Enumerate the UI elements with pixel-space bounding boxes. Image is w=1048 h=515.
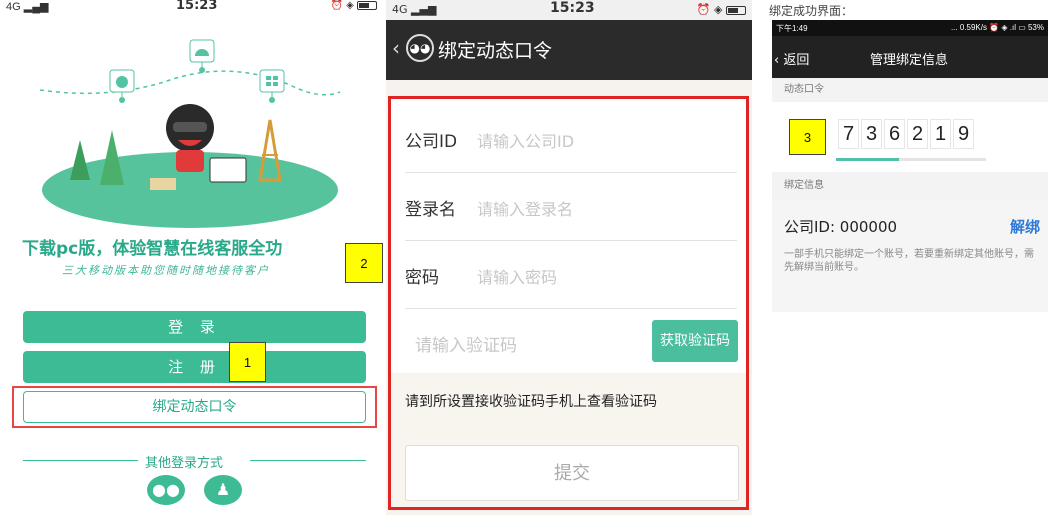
- token-timer-track: [836, 158, 986, 161]
- signal-indicator: 4G ▂▄▆: [392, 3, 437, 16]
- password-row: 密码 请输入密码: [405, 241, 737, 309]
- company-id-input[interactable]: 请输入公司ID: [477, 128, 574, 152]
- token-timer-fill: [836, 158, 899, 161]
- bind-token-button[interactable]: 绑定动态口令: [23, 391, 366, 423]
- battery-icon: [726, 5, 746, 15]
- divider-right: [250, 460, 366, 461]
- back-chevron-icon[interactable]: ‹: [392, 36, 400, 60]
- callout-2: 2: [345, 243, 383, 283]
- manage-binding-screen: 下午1:49 ... 0.59K/s ⏰ ◈ .ıl ▭ 53% ‹ 返回 管理…: [772, 20, 1048, 515]
- clock: 15:23: [550, 0, 595, 16]
- network-type: 4G: [6, 1, 21, 13]
- back-label: 返回: [783, 53, 810, 68]
- username-row: 登录名 请输入登录名: [405, 173, 737, 241]
- company-id-label: 公司ID: [405, 132, 458, 152]
- token-panel: 3 7 3 6 2 1 9: [772, 102, 1048, 172]
- divider-left: [23, 460, 138, 461]
- signal-indicator: 4G ▂▄▆: [6, 1, 49, 13]
- back-button[interactable]: ‹ 返回: [774, 49, 809, 68]
- company-id-value: 公司ID: 000000: [784, 218, 898, 236]
- token-digit: 9: [953, 119, 974, 149]
- mascot-icon: ◕◕: [406, 34, 434, 62]
- username-label: 登录名: [405, 200, 456, 220]
- binding-note: 一部手机只能绑定一个账号，若要重新绑定其他账号，需先解绑当前账号。: [784, 249, 1034, 273]
- apple-icon: [109, 69, 135, 103]
- android-icon: [189, 39, 215, 73]
- promo-subline: 三大移动版本助您随时随地接待客户: [62, 264, 270, 277]
- status-bar: 4G ▂▄▆ 15:23 ⏰ ◈: [386, 0, 752, 20]
- password-input[interactable]: 请输入密码: [477, 264, 557, 288]
- callout-1: 1: [229, 342, 266, 382]
- status-icons: ⏰ ◈: [697, 3, 746, 16]
- code-hint: 请到所设置接收验证码手机上查看验证码: [405, 394, 657, 410]
- wechat-login-button[interactable]: ●●: [147, 475, 185, 505]
- qq-login-button[interactable]: ♟: [204, 475, 242, 505]
- login-button[interactable]: 登 录: [23, 311, 366, 343]
- token-section-label: 动态口令: [772, 78, 1048, 102]
- windows-icon: [259, 69, 285, 103]
- username-input[interactable]: 请输入登录名: [477, 196, 573, 220]
- token-digit: 3: [861, 119, 882, 149]
- token-digit: 6: [884, 119, 905, 149]
- network-type: 4G: [392, 3, 408, 16]
- other-login-label: 其他登录方式: [145, 456, 224, 471]
- status-bar: 4G ▂▄▆ 15:23 ⏰ ◈: [0, 0, 383, 14]
- token-digit: 7: [838, 119, 859, 149]
- callout-3: 3: [789, 119, 826, 155]
- qq-icon: ♟: [215, 480, 231, 499]
- battery-icon: [357, 0, 377, 10]
- success-caption: 绑定成功界面：: [769, 4, 854, 18]
- get-code-button[interactable]: 获取验证码: [652, 320, 738, 362]
- unbind-button[interactable]: 解绑: [1010, 216, 1040, 237]
- register-button[interactable]: 注 册: [23, 351, 366, 383]
- wechat-icon: ●●: [152, 480, 180, 499]
- hint-area: 请到所设置接收验证码手机上查看验证码 提交: [391, 373, 746, 507]
- page-title: 绑定动态口令: [438, 40, 553, 62]
- bind-section-label: 绑定信息: [772, 172, 1048, 200]
- status-bar: 下午1:49 ... 0.59K/s ⏰ ◈ .ıl ▭ 53%: [772, 20, 1048, 36]
- token-digit: 2: [907, 119, 928, 149]
- clock: 下午1:49: [776, 24, 808, 33]
- company-id-row: 公司ID 请输入公司ID: [405, 105, 737, 173]
- app-header: ‹ 返回 管理绑定信息: [772, 36, 1048, 78]
- status-icons: ... 0.59K/s ⏰ ◈ .ıl ▭ 53%: [950, 23, 1044, 32]
- submit-button[interactable]: 提交: [405, 445, 739, 501]
- status-icons: ⏰ ◈: [331, 0, 377, 11]
- bind-info-panel: 公司ID: 000000 解绑 一部手机只能绑定一个账号，若要重新绑定其他账号，…: [772, 200, 1048, 312]
- page-title: 管理绑定信息: [870, 53, 949, 68]
- promo-illustration: [39, 39, 341, 228]
- clock: 15:23: [176, 0, 218, 13]
- promo-headline: 下载pc版，体验智慧在线客服全功: [22, 239, 283, 259]
- token-digit: 1: [930, 119, 951, 149]
- bind-token-screen: 4G ▂▄▆ 15:23 ⏰ ◈ ‹ ◕◕ 绑定动态口令 公司ID 请输入公司I…: [386, 0, 752, 515]
- app-header: ‹ ◕◕ 绑定动态口令: [386, 20, 752, 80]
- bind-form: 公司ID 请输入公司ID 登录名 请输入登录名 密码 请输入密码 请输入验证码 …: [388, 96, 749, 510]
- login-screen: 4G ▂▄▆ 15:23 ⏰ ◈ 下载pc版，体验智慧在线客服全功 三大移动版本…: [0, 0, 383, 515]
- password-label: 密码: [405, 268, 439, 288]
- verification-code-input[interactable]: 请输入验证码: [415, 331, 517, 356]
